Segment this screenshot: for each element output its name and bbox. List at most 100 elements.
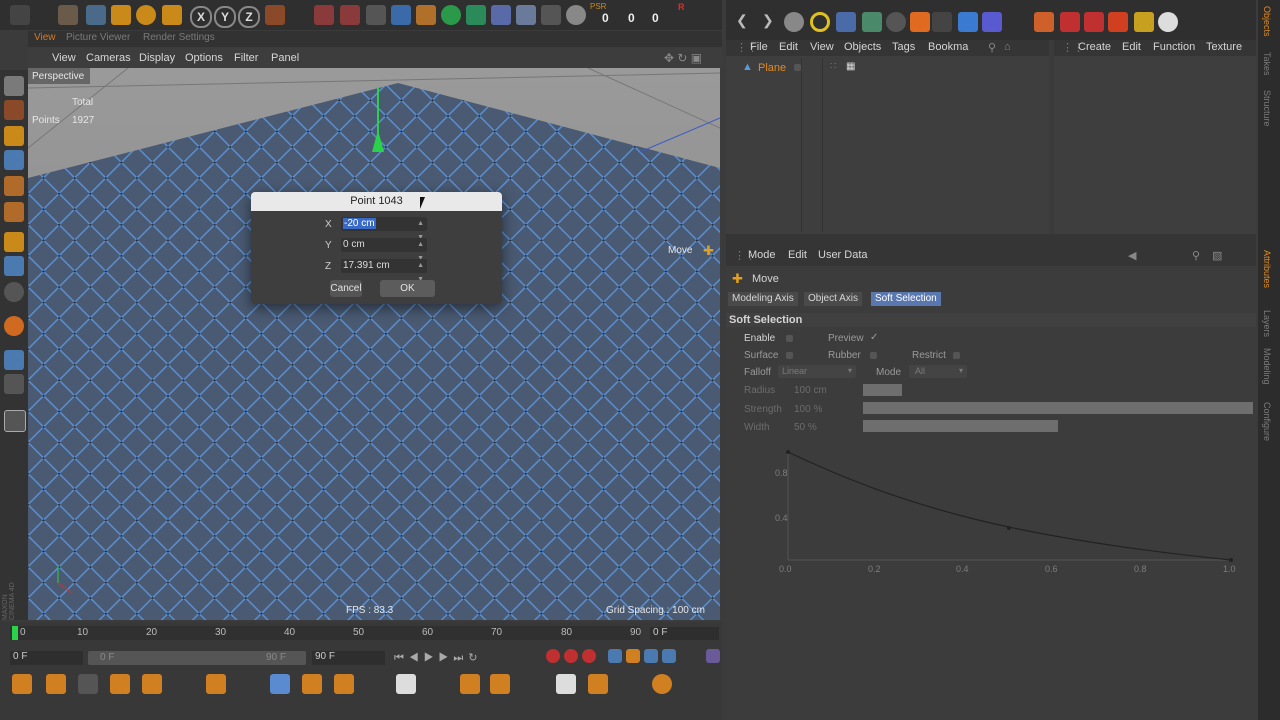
rotate-tool-icon[interactable] (136, 5, 156, 25)
gear-icon[interactable] (886, 12, 906, 32)
tool-11-icon[interactable] (460, 674, 480, 694)
locked-workplane-icon[interactable] (4, 350, 24, 370)
undo-icon[interactable] (10, 5, 30, 25)
tool-6-icon[interactable] (206, 674, 226, 694)
visibility-toggle-icon[interactable] (794, 64, 801, 71)
points-mode-icon[interactable] (4, 150, 24, 170)
tool-7-icon[interactable] (270, 674, 290, 694)
autokey-icon[interactable] (564, 649, 578, 663)
tab-object-axis[interactable]: Object Axis (804, 292, 863, 306)
menu-function[interactable]: Function (1153, 41, 1195, 53)
back-arrow-icon[interactable]: ❮ (736, 12, 748, 29)
surface-checkbox[interactable] (786, 352, 793, 359)
material-icon[interactable] (910, 12, 930, 32)
menu-user-data[interactable]: User Data (818, 249, 868, 261)
light-icon[interactable] (566, 5, 586, 25)
side-tab-takes[interactable]: Takes (1262, 52, 1272, 76)
falloff-graph[interactable] (726, 438, 1256, 578)
polygons-mode-icon[interactable] (4, 202, 24, 222)
live-selection-icon[interactable] (58, 5, 78, 25)
wave-icon[interactable] (1158, 12, 1178, 32)
axis-y-toggle[interactable]: Y (214, 6, 236, 28)
preview-checkbox[interactable]: ✓ (870, 332, 878, 343)
radius-value[interactable]: 100 cm (794, 385, 827, 396)
tool-9-icon[interactable] (334, 674, 354, 694)
menu-options[interactable]: Options (185, 52, 223, 64)
strength-value[interactable]: 100 % (794, 404, 822, 415)
back-arrow-icon[interactable]: ◀ (1128, 249, 1136, 262)
radius-slider[interactable] (863, 384, 902, 396)
tool-2-icon[interactable] (46, 674, 66, 694)
viewport-nav-icons[interactable]: ✥ ↻ ▣ (664, 51, 702, 65)
key-param-icon[interactable] (662, 649, 676, 663)
planar-workplane-icon[interactable] (4, 374, 24, 394)
grid-icon[interactable] (862, 12, 882, 32)
panel-splitter[interactable] (726, 234, 1256, 246)
texture-mode-icon[interactable] (4, 100, 24, 120)
coordinate-system-icon[interactable] (265, 5, 285, 25)
forward-arrow-icon[interactable]: ❯ (762, 12, 774, 29)
home-icon[interactable]: ⌂ (1004, 41, 1011, 53)
environment-icon[interactable] (516, 5, 536, 25)
menu-create[interactable]: Create (1078, 41, 1111, 53)
z-field[interactable]: 17.391 cm ▲▼ (341, 259, 427, 283)
width-slider[interactable] (863, 420, 1058, 432)
tab-modeling-axis[interactable]: Modeling Axis (728, 292, 798, 306)
layout-icon[interactable] (4, 410, 26, 432)
scale-tool-icon[interactable] (111, 5, 131, 25)
lock-icon[interactable]: ▧ (1212, 249, 1222, 262)
side-tab-attributes[interactable]: Attributes (1262, 250, 1272, 288)
key-scale-icon[interactable] (626, 649, 640, 663)
cancel-button[interactable]: Cancel (330, 280, 362, 297)
search-icon[interactable]: ⚲ (1192, 249, 1200, 262)
plane-mesh[interactable] (28, 83, 720, 620)
timeline-menu-icon[interactable] (706, 649, 720, 663)
plugin-icon[interactable] (1108, 12, 1128, 32)
script-icon[interactable] (1084, 12, 1104, 32)
mode-dropdown[interactable]: All ▾ (909, 365, 967, 378)
tool-15-icon[interactable] (652, 674, 672, 694)
end-frame-field[interactable]: 90 F (312, 651, 385, 665)
circle-spline-icon[interactable] (810, 12, 830, 32)
side-tab-objects[interactable]: Objects (1262, 6, 1272, 37)
hierarchy-icon[interactable] (1134, 12, 1154, 32)
tab-soft-selection[interactable]: Soft Selection (871, 292, 941, 306)
tab-render-settings[interactable]: Render Settings (143, 32, 215, 43)
tab-view[interactable]: View (34, 32, 56, 43)
tag-icon[interactable] (958, 12, 978, 32)
move-tool-icon[interactable] (86, 5, 106, 25)
cloner-icon[interactable] (466, 5, 486, 25)
enable-checkbox[interactable] (786, 335, 793, 342)
object-name[interactable]: Plane (758, 62, 786, 74)
strength-slider[interactable] (863, 402, 1253, 414)
tab-picture-viewer[interactable]: Picture Viewer (66, 32, 130, 43)
menu-bookmarks[interactable]: Bookma (928, 41, 968, 53)
checkerboard-tag-icon[interactable]: ▦ (846, 61, 855, 72)
playback-controls[interactable]: ⏮◀▶▶⏭↻ (394, 651, 482, 665)
tool-13-icon[interactable] (556, 674, 576, 694)
subdivision-icon[interactable] (441, 5, 461, 25)
side-tab-configure[interactable]: Configure (1262, 402, 1272, 441)
deformer-icon[interactable] (491, 5, 511, 25)
sphere-icon[interactable] (784, 12, 804, 32)
rubber-checkbox[interactable] (870, 352, 877, 359)
edit-render-settings-icon[interactable] (366, 5, 386, 25)
record-icon[interactable] (1060, 12, 1080, 32)
timeline-ruler[interactable] (10, 626, 640, 640)
floor-icon[interactable] (932, 12, 952, 32)
workplane-icon[interactable] (4, 316, 24, 336)
playhead[interactable] (12, 626, 18, 640)
menu-file[interactable]: File (750, 41, 768, 53)
enable-axis-icon[interactable] (4, 232, 24, 252)
make-editable-icon[interactable] (4, 76, 24, 96)
render-view-icon[interactable] (314, 5, 334, 25)
search-icon[interactable]: ⚲ (988, 41, 996, 54)
camera-icon[interactable] (541, 5, 561, 25)
cube-icon[interactable] (391, 5, 411, 25)
current-frame-field[interactable]: 0 F (650, 627, 719, 640)
axis-mode-icon[interactable] (4, 126, 24, 146)
keyframe-selection-icon[interactable] (582, 649, 596, 663)
tool-1-icon[interactable] (12, 674, 32, 694)
tool-8-icon[interactable] (302, 674, 322, 694)
side-tab-layers[interactable]: Layers (1262, 310, 1272, 337)
